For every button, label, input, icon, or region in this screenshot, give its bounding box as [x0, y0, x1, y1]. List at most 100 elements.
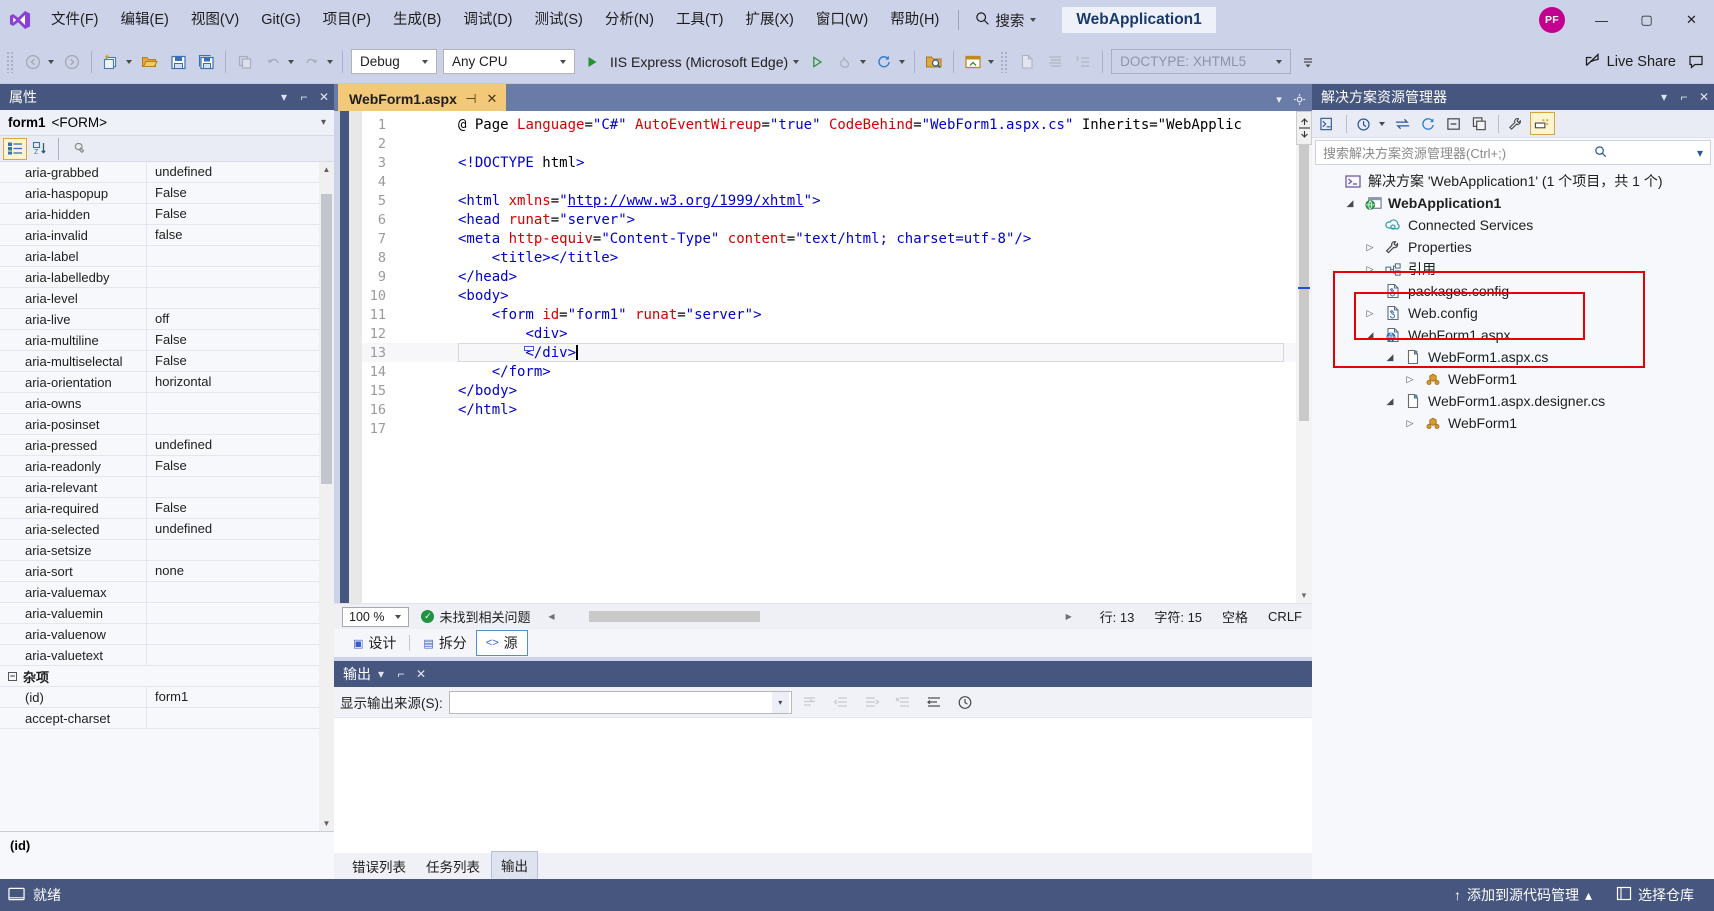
expander-icon[interactable]: ▷	[1362, 264, 1378, 275]
new-file-icon[interactable]	[1014, 49, 1040, 75]
code-text[interactable]: </div>	[396, 344, 1296, 361]
feedback-icon[interactable]	[1683, 49, 1709, 75]
search-icon[interactable]	[1591, 145, 1610, 161]
code-line[interactable]: 13 </div>	[362, 343, 1296, 362]
preview-selected-items-icon[interactable]	[1530, 112, 1555, 135]
redo-icon[interactable]	[299, 49, 325, 75]
property-row[interactable]: aria-hidden False	[0, 204, 334, 225]
code-line[interactable]: 9 </head>	[362, 267, 1296, 286]
view-in-browser-icon[interactable]	[960, 49, 986, 75]
navigate-forward-icon[interactable]	[59, 49, 85, 75]
property-row[interactable]: aria-label	[0, 246, 334, 267]
tree-node-webform1[interactable]: ▷ WebForm1	[1312, 368, 1714, 390]
expander-icon[interactable]: ◢	[1362, 330, 1378, 341]
select-repository-button[interactable]: 选择仓库	[1604, 879, 1706, 911]
pin-icon[interactable]: ⌐	[294, 86, 314, 108]
code-text[interactable]: <title></title>	[396, 250, 1296, 266]
undo-icon[interactable]	[260, 49, 286, 75]
close-button[interactable]: ✕	[1669, 0, 1714, 40]
menu-test[interactable]: 测试(S)	[524, 0, 594, 40]
open-file-icon[interactable]	[137, 49, 163, 75]
navigate-back-icon[interactable]	[20, 49, 46, 75]
close-icon[interactable]: ✕	[411, 663, 431, 685]
scroll-left-icon[interactable]: ◀	[544, 612, 558, 621]
code-text[interactable]: </form>	[396, 364, 1296, 380]
property-value[interactable]	[146, 288, 334, 308]
scrollbar-thumb[interactable]	[321, 194, 332, 484]
menu-tools[interactable]: 工具(T)	[665, 0, 735, 40]
property-row[interactable]: aria-posinset	[0, 414, 334, 435]
expander-icon[interactable]: ◢	[1382, 352, 1398, 363]
property-value[interactable]: undefined	[146, 519, 334, 539]
close-icon[interactable]: ✕	[485, 91, 499, 107]
back-dropdown-icon[interactable]	[48, 59, 54, 64]
tree-node-webform1[interactable]: ▷ WebForm1	[1312, 412, 1714, 434]
redo-dropdown-icon[interactable]	[327, 59, 333, 64]
code-text[interactable]: <head runat="server">	[396, 212, 1296, 228]
go-to-next-icon[interactable]	[860, 690, 885, 714]
property-row[interactable]: aria-orientation horizontal	[0, 372, 334, 393]
output-source-combo[interactable]: ▾	[448, 690, 792, 714]
property-value[interactable]: form1	[146, 687, 334, 707]
browse-with-icon[interactable]	[921, 49, 947, 75]
property-value[interactable]: undefined	[146, 162, 334, 182]
properties-grid[interactable]: aria-grabbed undefined aria-haspopup False a…	[0, 162, 334, 831]
property-row[interactable]: aria-required False	[0, 498, 334, 519]
property-value[interactable]: False	[146, 204, 334, 224]
hot-reload-icon[interactable]	[832, 49, 858, 75]
refresh-dropdown-icon[interactable]	[899, 59, 906, 64]
tree-node-web-config[interactable]: ▷ Web.config	[1312, 302, 1714, 324]
property-value[interactable]	[146, 645, 334, 665]
close-icon[interactable]: ✕	[314, 86, 334, 108]
expander-icon[interactable]: ▷	[1402, 418, 1418, 429]
refresh-icon[interactable]	[871, 49, 897, 75]
collapse-icon[interactable]: −	[8, 671, 17, 681]
avatar[interactable]: PF	[1539, 7, 1565, 33]
save-all-icon[interactable]	[193, 49, 219, 75]
expander-icon[interactable]: ◢	[1342, 198, 1358, 209]
tree-node-webform1-aspx[interactable]: ◢ WebForm1.aspx	[1312, 324, 1714, 346]
property-value[interactable]	[146, 603, 334, 623]
property-row[interactable]: aria-pressed undefined	[0, 435, 334, 456]
output-text-area[interactable]	[334, 718, 1312, 853]
panel-menu-icon[interactable]: ▾	[274, 86, 294, 108]
panel-menu-icon[interactable]: ▾	[371, 663, 391, 685]
property-value[interactable]	[146, 477, 334, 497]
save-icon[interactable]	[165, 49, 191, 75]
property-row[interactable]: aria-owns	[0, 393, 334, 414]
property-value[interactable]	[146, 267, 334, 287]
property-row[interactable]: aria-multiline False	[0, 330, 334, 351]
properties-scrollbar[interactable]: ▲ ▼	[319, 162, 334, 831]
code-text[interactable]: <body>	[396, 288, 1296, 304]
property-value[interactable]: False	[146, 330, 334, 350]
property-value[interactable]	[146, 414, 334, 434]
toolbar-grip[interactable]	[6, 50, 15, 73]
menu-build[interactable]: 生成(B)	[382, 0, 452, 40]
menu-edit[interactable]: 编辑(E)	[110, 0, 180, 40]
start-debug-icon[interactable]	[579, 49, 605, 75]
format-document-icon[interactable]	[1042, 49, 1068, 75]
property-value[interactable]: undefined	[146, 435, 334, 455]
debug-target-dropdown-icon[interactable]	[793, 59, 800, 64]
tab-design[interactable]: ▣ 设计	[344, 631, 405, 655]
tree-node-webform1-aspx-cs[interactable]: ◢ WebForm1.aspx.cs	[1312, 346, 1714, 368]
scroll-down-icon[interactable]: ▼	[1296, 587, 1312, 603]
panel-menu-icon[interactable]: ▾	[1654, 86, 1674, 108]
tab-task-list[interactable]: 任务列表	[417, 853, 489, 879]
code-text[interactable]: @ Page Language="C#" AutoEventWireup="tr…	[396, 117, 1296, 133]
property-value[interactable]	[146, 624, 334, 644]
doctype-combo[interactable]: DOCTYPE: XHTML5	[1111, 49, 1292, 74]
menu-extensions[interactable]: 扩展(X)	[735, 0, 805, 40]
code-line[interactable]: 15 </body>	[362, 381, 1296, 400]
code-line[interactable]: 11 <form id="form1" runat="server">	[362, 305, 1296, 324]
zoom-level-combo[interactable]: 100 %	[342, 606, 410, 627]
collapse-region-icon[interactable]	[524, 345, 534, 351]
solution-configuration-combo[interactable]: Debug	[351, 49, 437, 74]
solution-platform-combo[interactable]: Any CPU	[443, 49, 575, 74]
chevron-down-icon[interactable]: ▾	[321, 117, 326, 128]
menu-git[interactable]: Git(G)	[250, 0, 311, 40]
property-group-header[interactable]: − 杂项	[0, 666, 334, 687]
tab-source[interactable]: <> 源	[475, 630, 528, 656]
view-browser-dropdown-icon[interactable]	[988, 59, 995, 64]
property-row[interactable]: aria-valuemin	[0, 603, 334, 624]
